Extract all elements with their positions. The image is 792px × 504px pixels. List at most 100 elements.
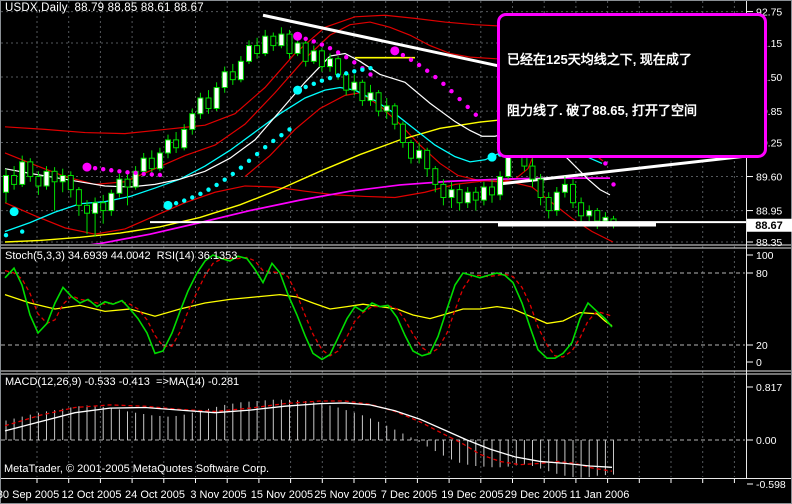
bear-candle <box>286 33 293 54</box>
price-tick-label: 89.60 <box>756 172 782 184</box>
bear-candle <box>51 170 58 183</box>
bull-candle <box>92 202 99 214</box>
bear-candle <box>375 92 382 112</box>
sar-dot-cyan <box>20 229 25 234</box>
bull-candle <box>351 81 358 91</box>
bull-candle <box>189 113 196 130</box>
bear-candle <box>391 105 398 125</box>
stoch-tick-label: 20 <box>756 340 768 352</box>
sar-dot-cyan <box>487 152 497 162</box>
annotation-line-1: 已经在125天均线之下, 现在成了 <box>507 52 692 67</box>
sar-dot-cyan <box>271 138 276 144</box>
sar-dot-cyan <box>198 191 203 197</box>
bear-candle <box>124 178 131 188</box>
sar-dot-magenta <box>603 161 608 166</box>
date-label: 24 Oct 2005 <box>125 489 185 501</box>
price-tick-label: 88.35 <box>756 237 782 249</box>
bear-candle <box>343 73 350 91</box>
sar-dot-magenta <box>125 170 130 175</box>
bull-candle <box>383 105 390 112</box>
sar-dot-magenta <box>311 39 316 44</box>
stoch-indicator-label: Stoch(5,3,3) 34.6939 44.0042 RSI(14) 36.… <box>5 250 238 262</box>
sar-dot-cyan <box>287 127 292 132</box>
bear-candle <box>570 183 576 204</box>
bull-candle <box>310 50 317 62</box>
bull-candle <box>561 183 568 193</box>
sar-dot-cyan <box>222 177 227 182</box>
sar-dot-cyan <box>206 187 211 192</box>
bull-candle <box>43 170 50 187</box>
bear-candle <box>254 45 261 54</box>
bear-candle <box>594 210 601 222</box>
sar-dot-magenta <box>352 60 357 65</box>
sar-dot-magenta <box>319 42 325 47</box>
bear-candle <box>432 168 439 185</box>
sar-dot-magenta <box>449 88 454 94</box>
date-label: 29 Dec 2005 <box>505 489 567 501</box>
sar-dot-cyan <box>238 165 244 170</box>
sar-dot-magenta <box>441 81 446 87</box>
annotation-box[interactable]: 已经在125天均线之下, 现在成了 阻力线了. 破了88.65, 打开了空间 <box>497 13 767 158</box>
bear-candle <box>399 123 406 144</box>
sar-dot-magenta <box>109 168 114 173</box>
bull-candle <box>108 192 115 212</box>
bull-candle <box>553 191 560 212</box>
bear-candle <box>11 174 18 185</box>
sar-dot-cyan <box>163 200 173 210</box>
macd-tick-label: -0.598 <box>756 479 786 491</box>
bull-candle <box>3 174 9 193</box>
sar-dot-cyan <box>335 73 341 78</box>
bear-candle <box>100 202 107 212</box>
sar-dot-magenta <box>433 74 438 80</box>
bear-candle <box>472 191 479 201</box>
bear-candle <box>35 176 42 187</box>
date-label: 12 Oct 2005 <box>62 489 122 501</box>
sar-dot-cyan <box>214 182 219 188</box>
bear-candle <box>84 204 90 214</box>
sar-dot-magenta <box>92 165 98 171</box>
sar-dot-magenta <box>390 46 400 56</box>
bull-candle <box>116 178 123 194</box>
bear-candle <box>456 189 463 204</box>
stoch-tick-label: 100 <box>756 250 774 262</box>
bull-candle <box>246 45 252 62</box>
sar-dot-cyan <box>344 71 349 76</box>
sar-dot-cyan <box>327 75 333 81</box>
bear-candle <box>148 157 155 170</box>
sar-dot-magenta <box>400 52 406 58</box>
sar-dot-magenta <box>149 172 154 177</box>
stoch-tick-label: 0 <box>756 357 762 369</box>
stoch-tick-label: 80 <box>756 268 768 280</box>
sar-dot-cyan <box>293 85 303 95</box>
bear-candle <box>537 178 544 198</box>
bull-candle <box>59 174 66 183</box>
bull-candle <box>602 216 609 222</box>
sar-dot-cyan <box>360 67 365 72</box>
bear-candle <box>359 81 366 102</box>
sar-dot-cyan <box>173 201 179 206</box>
copyright-text: MetaTrader, © 2001-2005 MetaQuotes Softw… <box>4 463 270 475</box>
sar-dot-cyan <box>230 171 235 177</box>
bear-candle <box>335 58 342 75</box>
sar-dot-magenta <box>117 169 122 174</box>
bear-candle <box>205 97 212 109</box>
chart-title: USDX,Daily 88.79 88.85 88.61 88.67 <box>5 2 204 14</box>
sar-dot-cyan <box>3 232 9 238</box>
bull-candle <box>416 149 423 159</box>
sar-dot-cyan <box>311 81 316 87</box>
bear-candle <box>318 50 325 68</box>
bear-candle <box>67 174 74 191</box>
bull-candle <box>140 157 147 172</box>
sar-dot-cyan <box>182 198 187 203</box>
bull-candle <box>448 189 455 198</box>
bull-candle <box>262 35 269 54</box>
bear-candle <box>440 183 447 198</box>
bull-candle <box>221 71 228 89</box>
bear-candle <box>173 139 180 149</box>
bear-candle <box>545 196 552 212</box>
bull-candle <box>237 60 244 81</box>
sar-dot-magenta <box>82 162 92 172</box>
bear-candle <box>489 186 495 196</box>
sar-dot-cyan <box>190 195 195 200</box>
bull-candle <box>497 176 504 196</box>
